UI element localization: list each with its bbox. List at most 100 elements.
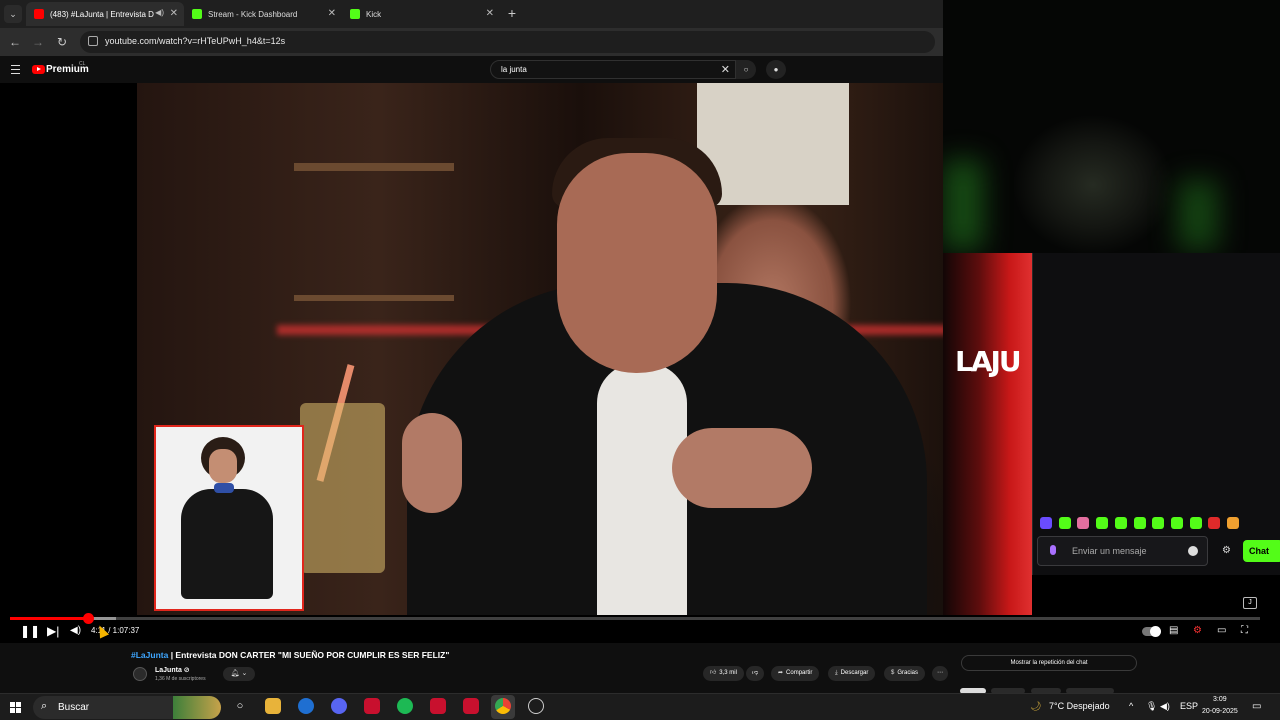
theater-mode-icon[interactable]: ▭ (1217, 624, 1226, 638)
chat-emote-icon[interactable] (1133, 517, 1146, 529)
back-arrow-icon[interactable]: ← (8, 35, 22, 49)
volume-icon[interactable]: ◀) (70, 624, 81, 638)
youtube-favicon-icon (34, 9, 44, 19)
notification-bell-button[interactable]: 🔔︎ ⌄ (223, 667, 255, 681)
chat-emote-icon[interactable] (1170, 517, 1183, 529)
chat-emote-icon[interactable] (1152, 517, 1165, 529)
clock-time[interactable]: 3:09 (1213, 696, 1227, 703)
app-icon[interactable] (430, 698, 446, 714)
volume-tray-icon[interactable]: ◀) (1160, 701, 1170, 712)
emoji-icon[interactable] (1188, 546, 1198, 556)
windows-start-icon[interactable] (10, 702, 21, 713)
chat-emote-icon[interactable] (1077, 517, 1090, 529)
share-icon: ➦ (778, 670, 784, 676)
show-chat-replay-button[interactable]: Mostrar la repetición del chat (961, 655, 1137, 671)
autoplay-toggle[interactable] (1142, 626, 1161, 637)
chat-emote-icon[interactable] (1096, 517, 1109, 529)
headphone-glow (943, 160, 983, 250)
like-count: 3,3 mil (719, 670, 737, 676)
search-query: la junta (501, 65, 527, 74)
clock-date[interactable]: 20-09-2025 (1202, 708, 1238, 715)
chevron-up-icon[interactable]: ^ (1129, 701, 1133, 711)
forward-arrow-icon[interactable]: → (31, 35, 45, 49)
channel-name[interactable]: LaJunta ⊘ (155, 666, 190, 674)
url-bar[interactable]: youtube.com/watch?v=rHTeUPwH_h4&t=12s (80, 31, 935, 53)
backdrop-logo: LAJU (955, 345, 1022, 378)
app-icon[interactable] (463, 698, 479, 714)
close-tab-icon[interactable]: ✕ (328, 8, 336, 19)
chat-emote-icon[interactable] (1189, 517, 1202, 529)
tab-kick-dashboard[interactable]: Stream - Kick Dashboard ✕ (184, 2, 342, 26)
address-toolbar: ← → ↻ youtube.com/watch?v=rHTeUPwH_h4&t=… (0, 28, 943, 56)
scrubber-handle[interactable] (82, 613, 94, 624)
clear-search-icon[interactable]: ✕ (721, 63, 730, 76)
close-tab-icon[interactable]: ✕ (486, 8, 494, 19)
guest-shirt (597, 363, 687, 615)
next-icon[interactable]: ▶| (47, 624, 59, 638)
new-tab-icon[interactable]: + (505, 5, 519, 21)
chrome-icon[interactable] (495, 698, 511, 714)
menu-icon[interactable] (11, 65, 20, 74)
chat-emote-icon[interactable] (1040, 517, 1052, 529)
microphone-icon: ● (773, 65, 779, 74)
tab-search-menu[interactable]: ⌄ (4, 5, 22, 23)
chat-emote-icon[interactable] (1208, 517, 1221, 529)
voice-search-button[interactable]: ● (766, 60, 786, 79)
chat-emote-icon[interactable] (1227, 517, 1239, 529)
chat-settings-icon[interactable]: ⚙ (1222, 545, 1231, 556)
youtube-logo-icon[interactable] (32, 65, 45, 74)
channel-avatar[interactable] (133, 667, 147, 681)
site-info-icon[interactable] (88, 36, 98, 46)
sign-language-inset (154, 425, 304, 611)
hashtag-link[interactable]: #LaJunta (131, 650, 168, 660)
chat-message-input[interactable]: Enviar un mensaje (1037, 536, 1208, 566)
shelf (294, 163, 454, 171)
popout-icon[interactable]: J (1243, 597, 1257, 609)
speaker-icon[interactable]: ◀) (155, 8, 164, 17)
thumbs-down-icon: 👎︎ (752, 670, 759, 676)
thanks-label: Gracias (897, 670, 919, 676)
subtitles-icon[interactable]: ▤ (1169, 624, 1178, 638)
pause-icon[interactable]: ❚❚ (20, 624, 40, 638)
task-view-icon[interactable]: ○ (232, 698, 248, 714)
obs-icon[interactable] (528, 698, 544, 714)
chat-emote-icon[interactable] (1114, 517, 1127, 529)
microphone-tray-icon[interactable]: 🎙︎ (1146, 701, 1157, 712)
share-button[interactable]: ➦ Compartir (771, 666, 820, 681)
search-button[interactable]: ○ (736, 60, 756, 79)
shelf (294, 295, 454, 301)
more-actions-button[interactable]: ⋯ (932, 666, 948, 681)
search-icon: ○ (743, 65, 749, 74)
taskbar-search[interactable]: ⌕ Buscar (33, 696, 221, 719)
guest-hand (402, 413, 462, 513)
weather-text[interactable]: 7°C Despejado (1049, 701, 1110, 711)
webcam-feed (943, 0, 1280, 253)
notifications-icon[interactable]: ▭ (1252, 701, 1261, 712)
reload-icon[interactable]: ↻ (55, 35, 69, 49)
url-text: youtube.com/watch?v=rHTeUPwH_h4&t=12s (105, 36, 286, 46)
app-icon[interactable] (298, 698, 314, 714)
settings-icon[interactable]: ⚙ (1193, 624, 1202, 638)
discord-icon[interactable] (331, 698, 347, 714)
file-explorer-icon[interactable] (265, 698, 281, 714)
tab-kick[interactable]: Kick ✕ (342, 2, 500, 26)
download-button[interactable]: ⤓ Descargar (828, 666, 876, 681)
microphone-icon[interactable] (1050, 545, 1056, 555)
tab-youtube[interactable]: (483) #LaJunta | Entrevista D ◀) ✕ (26, 2, 184, 26)
dislike-button[interactable]: 👎︎ (746, 666, 765, 681)
close-tab-icon[interactable]: ✕ (170, 8, 178, 19)
more-icon: ⋯ (937, 670, 943, 676)
bell-icon: 🔔︎ ⌄ (230, 670, 248, 677)
search-input[interactable]: la junta ✕ (490, 60, 736, 79)
app-icon[interactable] (364, 698, 380, 714)
send-chat-button[interactable]: Chat (1243, 540, 1280, 562)
language-indicator[interactable]: ESP (1180, 701, 1198, 711)
spotify-icon[interactable] (397, 698, 413, 714)
thanks-button[interactable]: $ Gracias (884, 666, 926, 681)
chat-emote-icon[interactable] (1058, 517, 1071, 529)
progress-bar[interactable] (10, 613, 1260, 624)
thumbs-up-icon: 👍︎ (710, 670, 717, 676)
weather-icon[interactable]: 🌙︎ (1030, 701, 1041, 712)
like-button[interactable]: 👍︎ 3,3 mil (703, 666, 744, 681)
fullscreen-icon[interactable]: ⛶ (1241, 624, 1248, 638)
